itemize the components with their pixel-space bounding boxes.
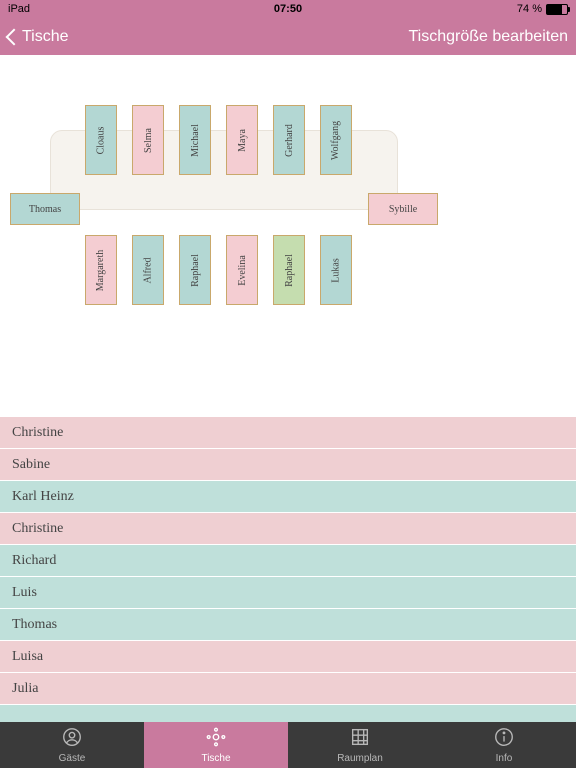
seat-top-0[interactable]: Cloaus: [85, 105, 117, 175]
tab-tische[interactable]: Tische: [144, 722, 288, 768]
back-label: Tische: [22, 28, 69, 46]
seat-label: Cloaus: [96, 126, 107, 154]
seat-left[interactable]: Thomas: [10, 193, 80, 225]
guest-row[interactable]: [0, 704, 576, 722]
seat-label: Lukas: [330, 258, 341, 282]
tab-label: Info: [496, 753, 513, 764]
seat-label: Michael: [190, 124, 201, 157]
seat-bottom-4[interactable]: Raphael: [273, 235, 305, 305]
tab-label: Raumplan: [337, 753, 383, 764]
guest-row[interactable]: Luisa: [0, 640, 576, 672]
gaeste-icon: [61, 726, 83, 751]
back-button[interactable]: Tische: [8, 28, 69, 46]
status-bar: iPad 07:50 74 %: [0, 0, 576, 18]
seat-right[interactable]: Sybille: [368, 193, 438, 225]
seat-label: Gerhard: [284, 124, 295, 157]
chevron-left-icon: [6, 28, 23, 45]
seat-label: Maya: [237, 129, 248, 152]
tische-icon: [205, 726, 227, 751]
guest-row[interactable]: Luis: [0, 576, 576, 608]
seat-bottom-1[interactable]: Alfred: [132, 235, 164, 305]
guest-row[interactable]: Richard: [0, 544, 576, 576]
tab-label: Gäste: [59, 753, 86, 764]
raumplan-icon: [349, 726, 371, 751]
seat-label: Raphael: [190, 254, 201, 287]
seat-label: Thomas: [29, 204, 61, 215]
seat-bottom-3[interactable]: Evelina: [226, 235, 258, 305]
seat-label: Margareth: [96, 249, 107, 290]
seat-top-1[interactable]: Selma: [132, 105, 164, 175]
seating-plan[interactable]: Cloaus Selma Michael Maya Gerhard Wolfgang Mar…: [0, 55, 576, 415]
seat-label: Evelina: [237, 255, 248, 286]
guest-list[interactable]: ChristineSabineKarl HeinzChristineRichar…: [0, 416, 576, 722]
seat-top-3[interactable]: Maya: [226, 105, 258, 175]
seat-bottom-5[interactable]: Lukas: [320, 235, 352, 305]
seat-label: Sybille: [389, 204, 417, 215]
tab-info[interactable]: Info: [432, 722, 576, 768]
guest-row[interactable]: Sabine: [0, 448, 576, 480]
seat-top-4[interactable]: Gerhard: [273, 105, 305, 175]
tab-bar: Gäste Tische Raumplan Info: [0, 722, 576, 768]
nav-bar: Tische Tischgröße bearbeiten: [0, 18, 576, 55]
clock: 07:50: [0, 3, 576, 15]
seat-label: Selma: [143, 128, 154, 153]
seat-top-5[interactable]: Wolfgang: [320, 105, 352, 175]
edit-size-button[interactable]: Tischgröße bearbeiten: [409, 28, 569, 46]
seat-label: Alfred: [142, 257, 153, 283]
tab-label: Tische: [201, 753, 230, 764]
seat-label: Wolfgang: [331, 120, 342, 159]
guest-row[interactable]: Christine: [0, 512, 576, 544]
guest-row[interactable]: Karl Heinz: [0, 480, 576, 512]
seat-label: Raphael: [284, 254, 295, 287]
tab-gaeste[interactable]: Gäste: [0, 722, 144, 768]
battery-icon: [546, 4, 568, 15]
guest-row[interactable]: Julia: [0, 672, 576, 704]
seat-bottom-2[interactable]: Raphael: [179, 235, 211, 305]
info-icon: [493, 726, 515, 751]
seat-bottom-0[interactable]: Margareth: [85, 235, 117, 305]
guest-row[interactable]: Thomas: [0, 608, 576, 640]
guest-row[interactable]: Christine: [0, 416, 576, 448]
tab-raumplan[interactable]: Raumplan: [288, 722, 432, 768]
seat-top-2[interactable]: Michael: [179, 105, 211, 175]
